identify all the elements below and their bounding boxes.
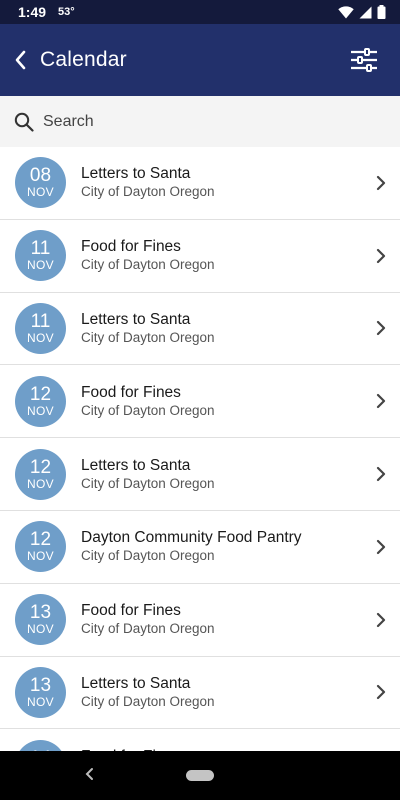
event-title: Food for Fines [81, 602, 181, 620]
event-organization: City of Dayton Oregon [81, 257, 215, 273]
event-text: Food for FinesCity of Dayton Oregon [81, 602, 215, 637]
event-text: Letters to Santa City of Dayton Oregon [81, 457, 215, 492]
date-badge: 14NOV [15, 739, 66, 751]
search-icon [14, 112, 34, 132]
chevron-right-icon [376, 321, 386, 336]
event-title: Letters to Santa [81, 165, 191, 183]
event-title: Food for Fines [81, 238, 181, 256]
date-badge: 11 NOV [15, 302, 66, 354]
date-badge: 12 NOV [15, 448, 66, 500]
date-month: NOV [27, 403, 54, 418]
event-list: 08 NOV Letters to Santa City of Dayton Oreg… [0, 147, 400, 751]
date-month: NOV [27, 258, 54, 273]
event-text: Letters to Santa City of Dayton Oregon [81, 165, 215, 200]
event-row[interactable]: 12 NOV Letters to Santa City of Dayton Oreg… [0, 438, 400, 511]
date-day: 12 [29, 456, 52, 478]
date-day: 12 [29, 383, 52, 405]
date-badge: 12 NOV [15, 521, 66, 573]
event-row[interactable]: 08 NOV Letters to Santa City of Dayton Oreg… [0, 147, 400, 220]
event-row[interactable]: 12 NOV Food for Fines City of Dayton Oregon [0, 365, 400, 439]
date-day: 13 [29, 674, 52, 696]
date-badge: 13 NOV [15, 594, 66, 646]
app-bar: Calendar [0, 24, 400, 96]
chevron-right-icon [376, 539, 386, 554]
event-row[interactable]: 13 NOV Food for Fines City of Dayton Oregon [0, 584, 400, 657]
event-row[interactable]: 13 NOV Letters to Santa City of Dayton Oreg… [0, 657, 400, 730]
event-organization: City of Dayton Oregon [81, 693, 215, 709]
status-time: 1:49 [18, 4, 47, 20]
event-organization: City of Dayton Oregon [81, 184, 215, 200]
battery-icon [377, 5, 386, 19]
event-title: Dayton Community Food Pantry [81, 529, 302, 547]
date-badge: 12 NOV [15, 375, 66, 427]
chevron-right-icon [376, 685, 386, 700]
event-row[interactable]: 11 NOV Letters to Santa City of Dayton Oreg… [0, 293, 400, 366]
page-title: Calendar [40, 48, 127, 71]
chevron-right-icon [376, 175, 386, 190]
search-input[interactable] [43, 112, 363, 131]
date-badge: 13 NOV [15, 666, 66, 718]
search-bar[interactable] [0, 96, 400, 147]
event-text: Letters to Santa City of Dayton Oregon [81, 311, 215, 346]
event-row[interactable]: 14NOVFood for FinesCity of Dayton Oregon [0, 729, 400, 751]
chevron-right-icon [376, 466, 386, 482]
date-badge: 11 NOV [15, 230, 66, 282]
event-organization: City of Dayton Oregon [81, 402, 215, 418]
event-organization: City of Dayton Oregon [81, 621, 215, 637]
event-row[interactable]: 11 NOV Food for Fines City of Dayton Oregon [0, 220, 400, 293]
date-badge: 08 NOV [15, 157, 66, 209]
event-text: Letters to Santa City of Dayton Oregon [81, 675, 215, 710]
status-temperature: 53° [58, 6, 75, 18]
event-title: Food for Fines [81, 383, 181, 401]
event-title: Letters to Santa [81, 674, 191, 692]
nav-back-icon[interactable] [84, 767, 94, 781]
status-icons [338, 5, 386, 19]
chevron-right-icon [376, 612, 386, 627]
signal-icon [359, 6, 372, 18]
date-month: NOV [27, 549, 54, 564]
date-month: NOV [27, 694, 54, 709]
event-text: Food for FinesCity of Dayton Oregon [81, 238, 215, 273]
event-title: Letters to Santa [81, 456, 191, 474]
event-row[interactable]: 12 NOV Dayton Community Food Pantry City of… [0, 511, 400, 584]
event-title: Letters to Santa [81, 310, 191, 328]
back-button[interactable] [0, 24, 40, 96]
date-day: 08 [29, 165, 52, 187]
event-organization: City of Dayton Oregon [81, 548, 215, 564]
navigation-bar [0, 751, 400, 800]
nav-home-button[interactable] [186, 770, 214, 781]
status-bar: 1:49 53° [0, 0, 400, 24]
filter-button[interactable] [336, 24, 392, 96]
date-month: NOV [27, 185, 54, 200]
date-month: NOV [27, 476, 54, 491]
date-day: 11 [30, 238, 51, 260]
chevron-right-icon [376, 394, 386, 409]
event-text: Food for FinesCity of Dayton Oregon [81, 384, 215, 419]
wifi-icon [338, 5, 354, 18]
sliders-icon [351, 48, 377, 72]
date-month: NOV [27, 330, 54, 345]
event-text: Dayton Community Food Pantry City of Dayt… [81, 529, 302, 564]
date-day: 13 [29, 602, 52, 624]
event-organization: City of Dayton Oregon [81, 475, 215, 491]
chevron-right-icon [376, 248, 386, 263]
event-organization: City of Dayton Oregon [81, 329, 215, 345]
date-day: 11 [30, 310, 51, 332]
chevron-left-icon [15, 50, 26, 70]
date-month: NOV [27, 622, 54, 637]
date-day: 12 [29, 529, 52, 551]
